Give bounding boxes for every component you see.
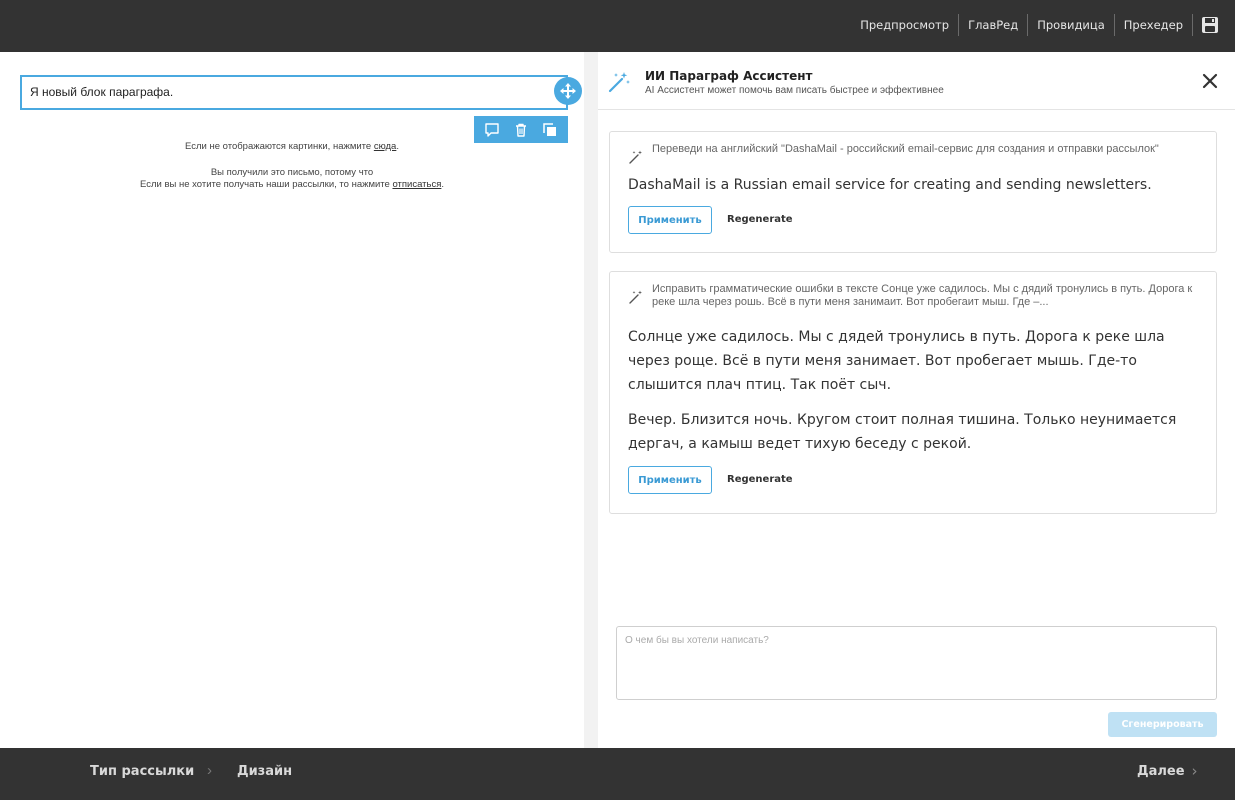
breadcrumb-mailing-type[interactable]: Тип рассылки	[90, 764, 194, 779]
assistant-header: ИИ Параграф Ассистент AI Ассистент может…	[598, 52, 1235, 110]
next-label: Далее	[1137, 763, 1185, 779]
prompt-input-box	[616, 626, 1217, 700]
suggestion-card: Исправить грамматические ошибки в тексте…	[609, 271, 1217, 514]
top-bar: Предпросмотр ГлавРед Провидица Прехедер	[0, 0, 1235, 52]
prompt-text: Переведи на английский "DashaMail - росс…	[652, 143, 1159, 155]
images-link[interactable]: сюда	[374, 141, 397, 152]
reason-text: Вы получили это письмо, потому что	[210, 167, 374, 178]
images-notice: Если не отображаются картинки, нажмите с…	[0, 141, 584, 152]
assistant-subtitle: AI Ассистент может помочь вам писать быс…	[645, 85, 944, 96]
regenerate-button[interactable]: Regenerate	[727, 214, 793, 225]
preheader-link[interactable]: Прехедер	[1115, 14, 1192, 36]
regenerate-button[interactable]: Regenerate	[727, 474, 793, 485]
bottom-bar: Тип рассылки › Дизайн Далее ›	[0, 748, 1235, 800]
delete-button[interactable]	[508, 119, 534, 141]
block-toolbar	[474, 116, 568, 143]
comment-icon	[485, 122, 500, 137]
panel-divider	[584, 52, 598, 748]
duplicate-icon	[542, 122, 556, 136]
apply-button[interactable]: Применить	[628, 206, 712, 234]
duplicate-button[interactable]	[537, 119, 563, 141]
result-paragraph: Солнце уже садилось. Мы с дядей тронулис…	[628, 329, 1165, 393]
unsubscribe-text: Если вы не хотите получать наши рассылки…	[139, 179, 393, 190]
magic-wand-icon	[629, 150, 642, 164]
unsubscribe-link[interactable]: отписаться	[392, 179, 441, 190]
trash-icon	[515, 123, 526, 137]
result-text[interactable]: DashaMail is a Russian email service for…	[628, 173, 1198, 197]
chevron-right-icon: ›	[207, 762, 212, 779]
paragraph-text[interactable]: Я новый блок параграфа.	[30, 85, 173, 99]
move-handle[interactable]	[554, 77, 582, 105]
images-notice-dot: .	[396, 141, 399, 152]
email-editor-canvas: Я новый блок параграфа. Если не отобража…	[0, 52, 584, 748]
suggestion-card: Переведи на английский "DashaMail - росс…	[609, 131, 1217, 253]
save-button[interactable]	[1197, 14, 1223, 36]
assistant-title: ИИ Параграф Ассистент	[645, 69, 813, 83]
preview-link[interactable]: Предпросмотр	[851, 14, 958, 36]
magic-wand-icon	[629, 290, 642, 304]
prompt-input[interactable]	[617, 627, 1216, 699]
providitsa-link[interactable]: Провидица	[1028, 14, 1114, 36]
breadcrumb-design[interactable]: Дизайн	[237, 764, 292, 779]
generate-button[interactable]: Сгенерировать	[1108, 712, 1217, 737]
move-arrows-icon	[560, 83, 576, 99]
result-paragraph: Вечер. Близится ночь. Кругом стоит полна…	[628, 412, 1177, 452]
close-icon[interactable]	[1201, 72, 1219, 90]
floppy-disk-icon	[1202, 17, 1218, 33]
unsubscribe-notice: Если вы не хотите получать наши рассылки…	[0, 179, 584, 190]
top-nav: Предпросмотр ГлавРед Провидица Прехедер	[851, 14, 1223, 36]
result-paragraph: DashaMail is a Russian email service for…	[628, 177, 1152, 193]
prompt-text: Исправить грамматические ошибки в тексте…	[652, 283, 1193, 308]
comment-button[interactable]	[479, 119, 505, 141]
magic-wand-icon	[608, 72, 630, 93]
ai-assistant-panel: ИИ Параграф Ассистент AI Ассистент может…	[598, 52, 1235, 748]
chevron-right-icon: ›	[1191, 762, 1198, 780]
next-button[interactable]: Далее ›	[1137, 762, 1198, 780]
unsubscribe-dot: .	[441, 179, 445, 190]
apply-button[interactable]: Применить	[628, 466, 712, 494]
paragraph-block[interactable]: Я новый блок параграфа.	[20, 75, 568, 110]
images-notice-text: Если не отображаются картинки, нажмите	[185, 141, 374, 152]
glavred-link[interactable]: ГлавРед	[959, 14, 1027, 36]
nav-divider	[1192, 14, 1193, 36]
result-text[interactable]: Солнце уже садилось. Мы с дядей тронулис…	[628, 325, 1198, 456]
